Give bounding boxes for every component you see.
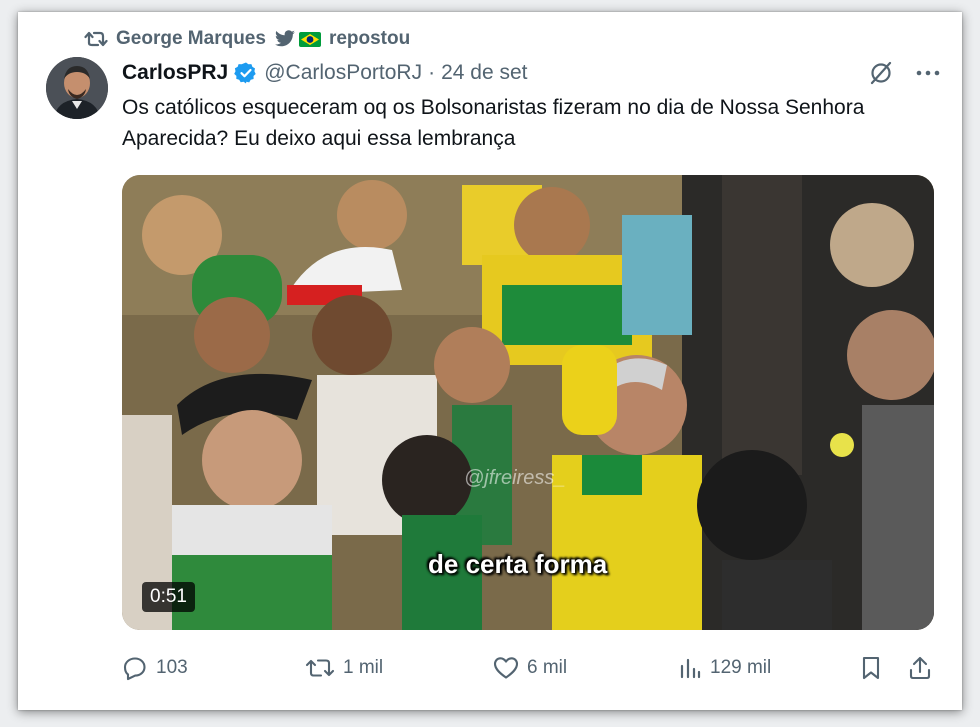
repost-button[interactable]: 1 mil	[305, 652, 383, 684]
video-caption: de certa forma	[428, 549, 608, 579]
video-player[interactable]: @jfreiress_ de certa forma 0:51	[122, 175, 934, 630]
tweet-header: CarlosPRJ @CarlosPortoRJ · 24 de set	[122, 59, 527, 87]
repost-action-icon	[305, 655, 335, 681]
views-count: 129 mil	[710, 657, 772, 678]
heart-icon	[493, 656, 519, 680]
bookmark-button[interactable]	[860, 652, 882, 684]
brazil-flag-icon	[298, 31, 321, 47]
post-date[interactable]: 24 de set	[441, 61, 527, 85]
views-button[interactable]: 129 mil	[678, 652, 771, 684]
verified-badge-icon	[234, 61, 258, 85]
views-chart-icon	[678, 656, 702, 680]
repost-suffix: repostou	[328, 28, 411, 49]
share-icon	[908, 655, 932, 681]
repost-count: 1 mil	[343, 657, 384, 678]
repost-user[interactable]: George Marques	[116, 28, 266, 50]
grok-icon[interactable]	[868, 60, 894, 86]
avatar[interactable]	[46, 57, 108, 119]
like-button[interactable]: 6 mil	[493, 652, 567, 684]
bookmark-icon	[860, 655, 882, 681]
repost-icon	[84, 29, 108, 49]
tweet-text: Os católicos esqueceram oq os Bolsonaris…	[122, 96, 865, 150]
action-bar: 103 1 mil 6 mil 129 mil	[122, 652, 934, 684]
video-watermark: @jfreiress_	[464, 467, 566, 489]
reply-button[interactable]: 103	[122, 652, 188, 684]
author-handle[interactable]: @CarlosPortoRJ	[264, 61, 422, 85]
author-name[interactable]: CarlosPRJ	[122, 61, 228, 85]
like-count: 6 mil	[527, 657, 568, 678]
share-button[interactable]	[908, 652, 932, 684]
repost-indicator: George Marques repostou	[84, 27, 410, 51]
video-duration: 0:51	[142, 582, 195, 612]
twitter-bird-icon	[274, 30, 296, 48]
reply-count: 103	[156, 657, 188, 678]
reply-icon	[122, 655, 148, 681]
more-options-icon[interactable]	[916, 69, 940, 77]
header-tools	[868, 60, 940, 86]
separator-dot: ·	[428, 61, 436, 84]
profile-emojis	[274, 30, 321, 48]
